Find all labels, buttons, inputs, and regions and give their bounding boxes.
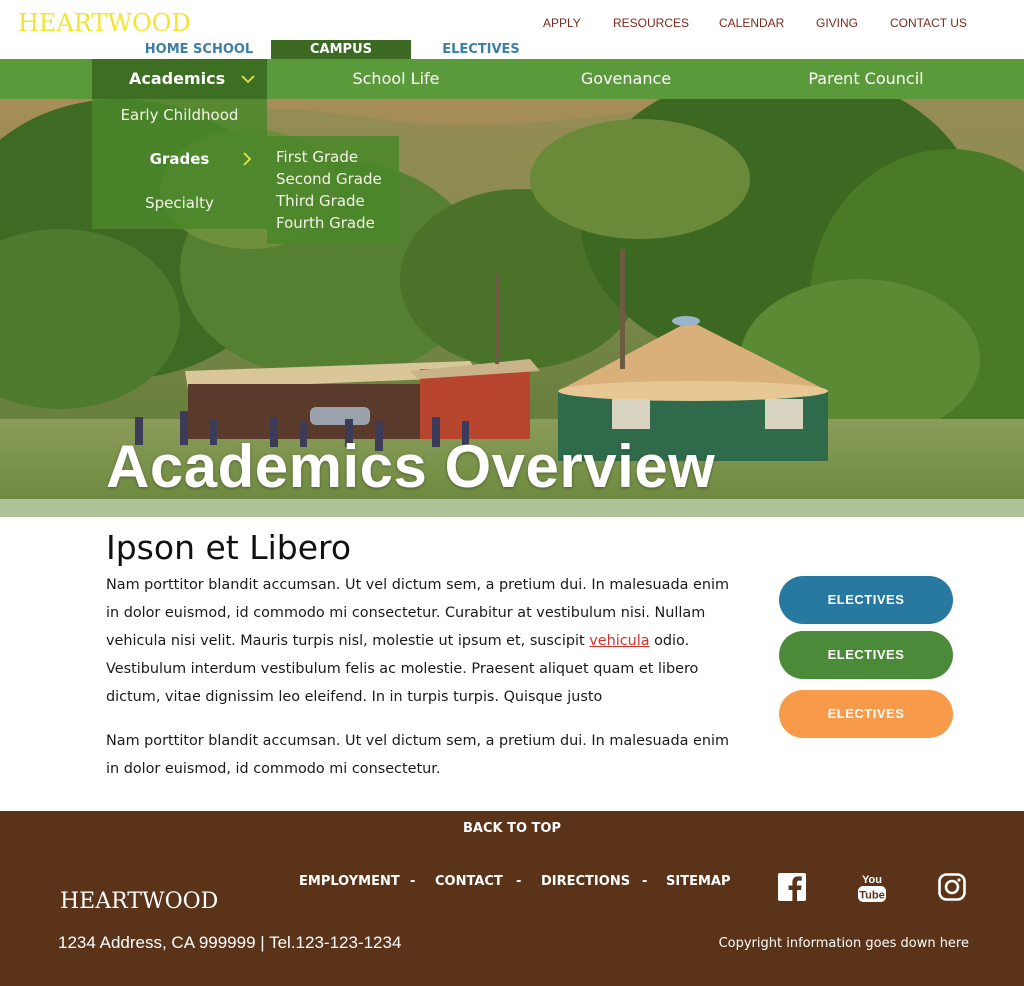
footer-copyright: Copyright information goes down here xyxy=(718,936,969,951)
section-tabs: HOME SCHOOL CAMPUS ELECTIVES xyxy=(0,40,1024,59)
dropdown-item-early-childhood[interactable]: Early Childhood xyxy=(92,100,267,130)
back-to-top-link[interactable]: BACK TO TOP xyxy=(0,821,1024,836)
footer-separator: - xyxy=(642,874,648,889)
dropdown-item-label: Grades xyxy=(149,150,210,168)
hero-title: Academics Overview xyxy=(106,433,716,499)
hero-divider-band xyxy=(0,499,1024,517)
tab-electives[interactable]: ELECTIVES xyxy=(421,40,541,59)
electives-button-green[interactable]: ELECTIVES xyxy=(779,631,953,679)
util-link-apply[interactable]: APPLY xyxy=(543,16,581,30)
util-link-resources[interactable]: RESOURCES xyxy=(613,16,689,30)
footer-separator: - xyxy=(516,874,522,889)
main-nav-parent-council[interactable]: Parent Council xyxy=(766,59,966,99)
utility-nav: APPLY RESOURCES CALENDAR GIVING CONTACT … xyxy=(0,16,1024,30)
facebook-icon[interactable] xyxy=(777,870,807,904)
chevron-right-icon xyxy=(243,152,252,166)
chevron-down-icon xyxy=(241,75,255,84)
submenu-item-third-grade[interactable]: Third Grade xyxy=(276,190,399,212)
tab-campus[interactable]: CAMPUS xyxy=(271,40,411,59)
content-paragraph-2: Nam porttitor blandit accumsan. Ut vel d… xyxy=(106,733,729,777)
tab-home-school[interactable]: HOME SCHOOL xyxy=(139,40,259,59)
main-nav-school-life[interactable]: School Life xyxy=(296,59,496,99)
site-footer: BACK TO TOP HEARTWOOD EMPLOYMENT - CONTA… xyxy=(0,811,1024,986)
dropdown-item-specialty[interactable]: Specialty xyxy=(92,188,267,218)
submenu-item-first-grade[interactable]: First Grade xyxy=(276,146,399,168)
main-nav-label: Academics xyxy=(129,69,226,88)
main-nav-govenance[interactable]: Govenance xyxy=(526,59,726,99)
util-link-giving[interactable]: GIVING xyxy=(816,16,858,30)
content-paragraph-1: Nam porttitor blandit accumsan. Ut vel d… xyxy=(106,571,736,711)
main-nav-academics[interactable]: Academics xyxy=(92,59,267,99)
footer-separator: - xyxy=(410,874,416,889)
content-heading: Ipson et Libero xyxy=(106,528,352,567)
electives-button-orange[interactable]: ELECTIVES xyxy=(779,690,953,738)
academics-dropdown: Early Childhood Grades Specialty xyxy=(92,99,267,229)
svg-text:You: You xyxy=(862,874,882,886)
youtube-icon[interactable]: You Tube xyxy=(857,870,887,904)
footer-link-sitemap[interactable]: SITEMAP xyxy=(666,874,730,889)
inline-link[interactable]: vehicula xyxy=(589,633,649,649)
util-link-calendar[interactable]: CALENDAR xyxy=(719,16,784,30)
footer-link-employment[interactable]: EMPLOYMENT xyxy=(299,874,400,889)
main-nav: Academics School Life Govenance Parent C… xyxy=(0,59,1024,99)
submenu-item-fourth-grade[interactable]: Fourth Grade xyxy=(276,212,399,234)
grades-submenu: First Grade Second Grade Third Grade Fou… xyxy=(267,136,399,244)
dropdown-item-grades[interactable]: Grades xyxy=(92,144,267,174)
electives-button-blue[interactable]: ELECTIVES xyxy=(779,576,953,624)
util-link-contact-us[interactable]: CONTACT US xyxy=(890,16,967,30)
footer-link-contact[interactable]: CONTACT xyxy=(435,874,503,889)
submenu-item-second-grade[interactable]: Second Grade xyxy=(276,168,399,190)
instagram-icon[interactable] xyxy=(937,870,967,904)
footer-link-directions[interactable]: DIRECTIONS xyxy=(541,874,630,889)
svg-text:Tube: Tube xyxy=(859,890,884,902)
footer-address: 1234 Address, CA 999999 | Tel.123-123-12… xyxy=(58,933,402,952)
footer-logo[interactable]: HEARTWOOD xyxy=(60,889,218,914)
